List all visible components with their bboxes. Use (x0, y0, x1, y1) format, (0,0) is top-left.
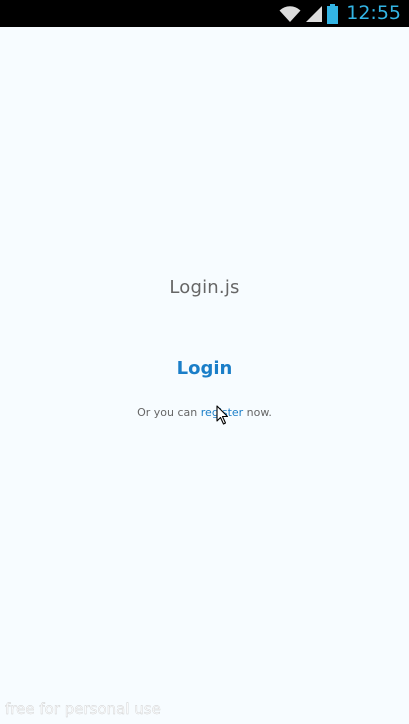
register-suffix-text: now. (243, 406, 272, 419)
status-bar: 12:55 (0, 0, 409, 27)
watermark: free for personal use (5, 700, 161, 718)
mouse-pointer-icon (216, 405, 229, 425)
battery-icon (327, 3, 339, 24)
signal-icon (306, 5, 323, 22)
app-screen: Login.js Login Or you can register now. (0, 27, 409, 724)
status-icons: 12:55 (279, 0, 401, 27)
login-link[interactable]: Login (0, 358, 409, 379)
status-time: 12:55 (346, 2, 401, 24)
wifi-icon (279, 5, 301, 22)
register-prefix-text: Or you can (137, 406, 201, 419)
register-prompt: Or you can register now. (0, 406, 409, 419)
page-title: Login.js (169, 277, 240, 298)
